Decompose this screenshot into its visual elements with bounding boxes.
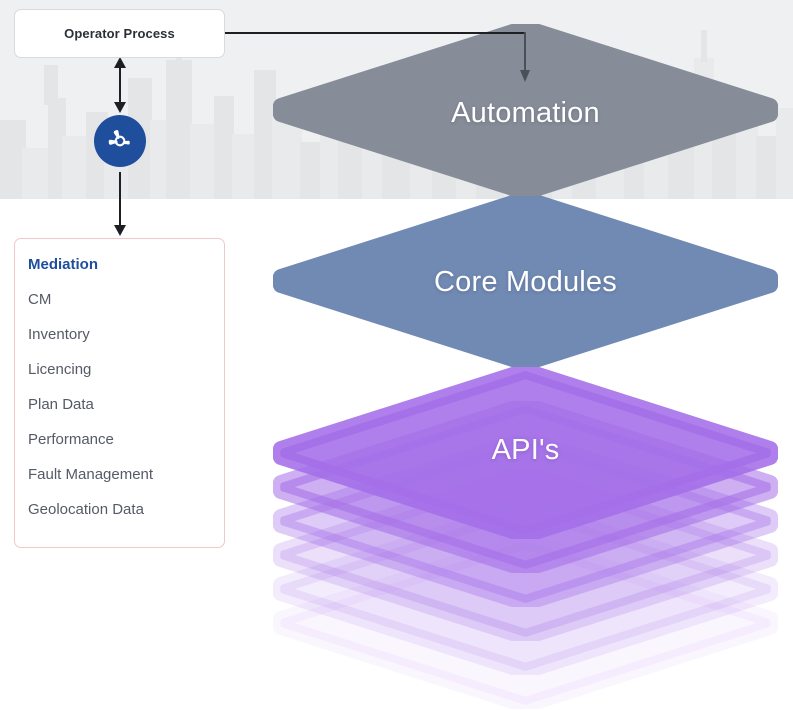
list-item[interactable]: Fault Management [28,467,224,482]
arrowhead-to-hub [114,102,126,113]
operator-process-box[interactable]: Operator Process [14,9,225,58]
list-item[interactable]: Mediation [28,257,224,272]
operator-process-label: Operator Process [64,26,175,41]
list-item[interactable]: Inventory [28,327,224,342]
list-item[interactable]: Geolocation Data [28,502,224,517]
list-item[interactable]: Licencing [28,362,224,377]
arrowhead-into-automation [520,70,530,82]
layer-core-modules[interactable]: Core Modules [273,195,778,367]
arrowhead-to-mediation [114,225,126,236]
connector-hub-to-mediation [119,172,121,228]
list-item[interactable]: CM [28,292,224,307]
api-sheet-1[interactable] [272,363,779,543]
mediation-panel[interactable]: Mediation CM Inventory Licencing Plan Da… [14,238,225,548]
connector-automation-branch [524,32,526,74]
arrowhead-to-operator-box [114,57,126,68]
diagram-canvas: Automation Core Modules API's Operator P… [0,0,793,710]
propeller-hub-icon[interactable] [94,115,146,167]
list-item[interactable]: Plan Data [28,397,224,412]
list-item[interactable]: Performance [28,432,224,447]
